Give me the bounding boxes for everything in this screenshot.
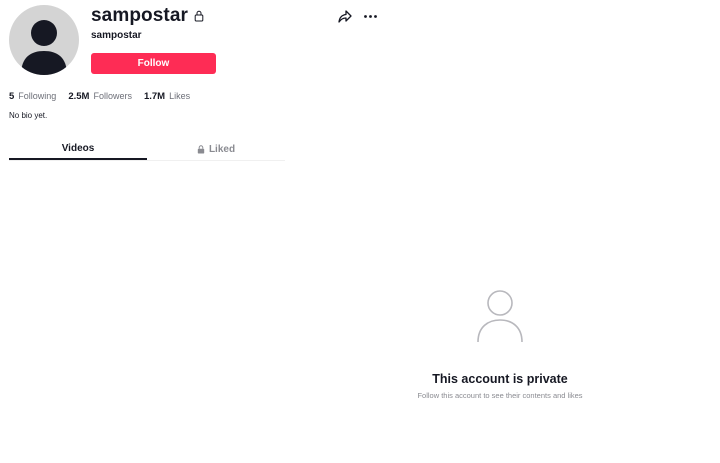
default-avatar-icon <box>21 20 67 75</box>
tab-liked[interactable]: Liked <box>147 139 285 160</box>
profile-bio: No bio yet. <box>9 111 48 120</box>
stat-value: 5 <box>9 91 15 102</box>
stat-label: Following <box>18 91 57 101</box>
display-name: sampostar <box>91 5 188 26</box>
lock-icon <box>197 145 205 154</box>
tab-videos[interactable]: Videos <box>9 139 147 160</box>
stat-following[interactable]: 5 Following <box>9 91 56 102</box>
tab-label: Liked <box>208 144 236 155</box>
avatar[interactable] <box>9 5 79 75</box>
profile-tabs: Videos Liked <box>9 139 285 161</box>
stat-value: 2.5M <box>68 91 90 102</box>
stat-followers[interactable]: 2.5M Followers <box>68 91 132 102</box>
stat-label: Likes <box>169 91 191 101</box>
lock-icon <box>194 10 204 22</box>
more-icon[interactable] <box>363 10 378 23</box>
stat-value: 1.7M <box>143 91 166 102</box>
profile-username: sampostar <box>91 5 204 27</box>
profile-page: sampostar sampostar Follow 5 Following 2… <box>0 0 720 463</box>
private-subtitle: Follow this account to see their content… <box>417 391 583 400</box>
share-icon[interactable] <box>338 10 352 23</box>
profile-handle: sampostar <box>91 30 142 41</box>
user-icon <box>477 290 523 343</box>
private-account-notice: This account is private Follow this acco… <box>380 289 620 400</box>
private-title: This account is private <box>432 372 568 386</box>
profile-stats: 5 Following 2.5M Followers 1.7M Likes <box>9 91 190 102</box>
follow-button[interactable]: Follow <box>91 53 216 74</box>
tab-label: Videos <box>61 143 95 154</box>
stat-likes: 1.7M Likes <box>144 91 190 102</box>
stat-label: Followers <box>93 91 132 101</box>
